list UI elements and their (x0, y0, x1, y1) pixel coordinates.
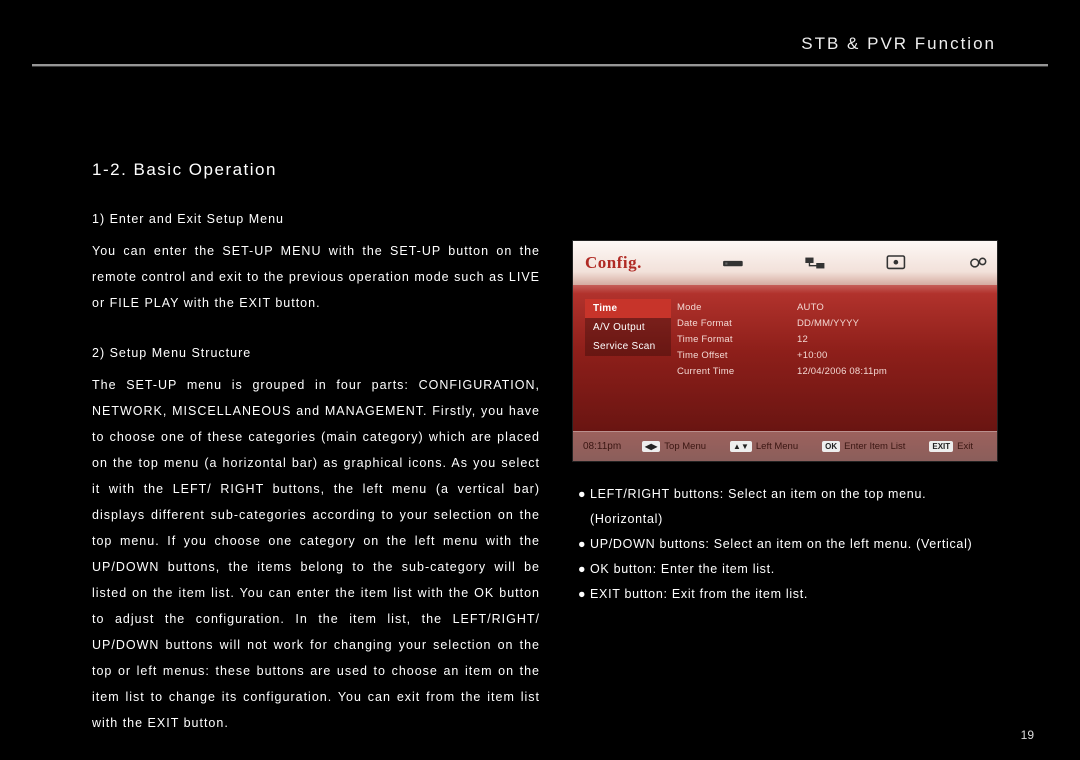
subheading-1: 1) Enter and Exit Setup Menu (92, 206, 540, 232)
exit-badge-icon: EXIT (929, 441, 953, 452)
clock-text: 08:11pm (583, 441, 632, 452)
setting-row: Date FormatDD/MM/YYYY (677, 315, 987, 331)
setting-value: 12/04/2006 08:11pm (797, 366, 987, 377)
screenshot-left-menu: Time A/V Output Service Scan (585, 299, 671, 356)
bullet-dot-icon: ● (572, 482, 590, 532)
ok-badge-icon: OK (822, 441, 840, 452)
paragraph-1: You can enter the SET-UP MENU with the S… (92, 238, 540, 316)
hint-label: Enter Item List (844, 441, 905, 452)
setting-key: Time Offset (677, 350, 797, 361)
setting-value: AUTO (797, 302, 987, 313)
setup-menu-screenshot: Config. Time A/V Output Service Scan (572, 240, 998, 462)
setting-key: Current Time (677, 366, 797, 377)
hint-exit: EXIT Exit (929, 441, 973, 452)
page: STB & PVR Function 1-2. Basic Operation … (0, 0, 1080, 760)
setting-key: Time Format (677, 334, 797, 345)
setting-value: DD/MM/YYYY (797, 318, 987, 329)
gear-icon (967, 252, 989, 274)
screenshot-item-list: ModeAUTO Date FormatDD/MM/YYYY Time Form… (677, 299, 987, 379)
header-rule-bottom (32, 66, 1048, 67)
bullet-item: ●EXIT button: Exit from the item list. (572, 582, 1002, 607)
right-column: Config. Time A/V Output Service Scan (572, 240, 1002, 607)
left-menu-item-av-output: A/V Output (585, 318, 671, 337)
bullet-item: ●OK button: Enter the item list. (572, 557, 1002, 582)
left-menu-item-time: Time (585, 299, 671, 318)
bullet-dot-icon: ● (572, 582, 590, 607)
setting-row: Time Format12 (677, 331, 987, 347)
screenshot-bottom-bar: 08:11pm ◀▶ Top Menu ▲▼ Left Menu OK Ente… (573, 431, 997, 461)
section-title: 1-2. Basic Operation (92, 160, 277, 180)
left-column: 1) Enter and Exit Setup Menu You can ent… (92, 206, 540, 760)
bullet-text: EXIT button: Exit from the item list. (590, 582, 808, 607)
bullet-item: ●LEFT/RIGHT buttons: Select an item on t… (572, 482, 1002, 532)
subheading-2: 2) Setup Menu Structure (92, 340, 540, 366)
setting-key: Mode (677, 302, 797, 313)
setting-value: 12 (797, 334, 987, 345)
bullet-text: UP/DOWN buttons: Select an item on the l… (590, 532, 972, 557)
setting-row: Current Time12/04/2006 08:11pm (677, 363, 987, 379)
hint-label: Top Menu (664, 441, 706, 452)
network-icon (804, 252, 826, 274)
hint-enter: OK Enter Item List (822, 441, 905, 452)
bullet-text: LEFT/RIGHT buttons: Select an item on th… (590, 482, 1002, 532)
setting-row: ModeAUTO (677, 299, 987, 315)
bullet-text: OK button: Enter the item list. (590, 557, 775, 582)
page-number: 19 (1021, 728, 1034, 742)
misc-icon (885, 252, 907, 274)
setting-row: Time Offset+10:00 (677, 347, 987, 363)
bullet-dot-icon: ● (572, 557, 590, 582)
bullet-dot-icon: ● (572, 532, 590, 557)
hint-label: Left Menu (756, 441, 798, 452)
paragraph-2: The SET-UP menu is grouped in four parts… (92, 372, 540, 736)
header-title: STB & PVR Function (801, 34, 996, 54)
hint-top-menu: ◀▶ Top Menu (642, 441, 706, 452)
hint-left-menu: ▲▼ Left Menu (730, 441, 798, 452)
left-menu-item-service-scan: Service Scan (585, 337, 671, 356)
left-right-badge-icon: ◀▶ (642, 441, 660, 452)
stb-device-icon (722, 252, 744, 274)
hint-label: Exit (957, 441, 973, 452)
config-logo: Config. (585, 253, 642, 273)
setting-key: Date Format (677, 318, 797, 329)
bullet-item: ●UP/DOWN buttons: Select an item on the … (572, 532, 1002, 557)
up-down-badge-icon: ▲▼ (730, 441, 752, 452)
screenshot-top-bar: Config. (573, 241, 997, 285)
setting-value: +10:00 (797, 350, 987, 361)
bullet-list: ●LEFT/RIGHT buttons: Select an item on t… (572, 482, 1002, 607)
